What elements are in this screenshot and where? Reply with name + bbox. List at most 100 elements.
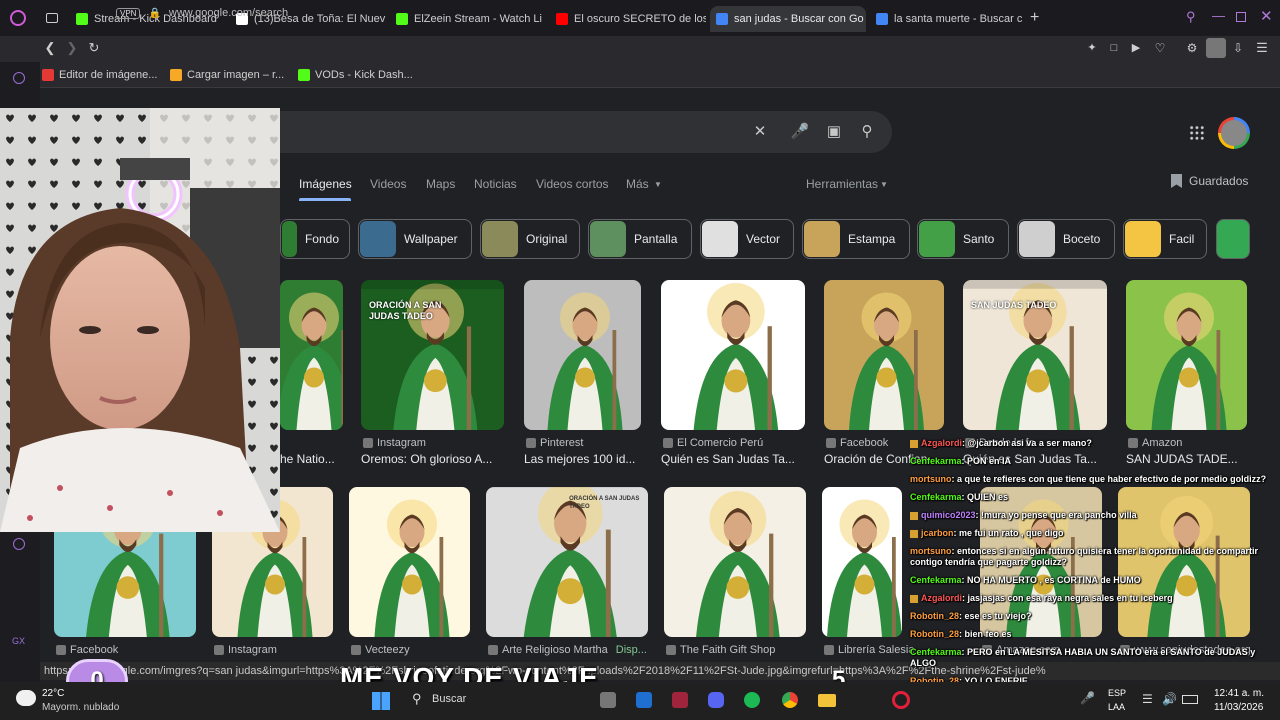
weather-desc[interactable]: Mayorm. nublado: [42, 702, 119, 713]
filter-chip[interactable]: Wallpaper: [358, 219, 472, 259]
bookmark-item[interactable]: Cargar imagen – r...: [170, 66, 284, 84]
image-result[interactable]: [1126, 280, 1247, 430]
opera-icon[interactable]: [892, 691, 910, 709]
filter-chip[interactable]: Pantalla: [588, 219, 692, 259]
taskbar-app-icon[interactable]: [600, 692, 616, 708]
image-result[interactable]: [824, 280, 944, 430]
result-source[interactable]: Vecteezy: [351, 644, 482, 656]
taskbar-search-icon[interactable]: ⚲: [412, 691, 422, 707]
heart-icon[interactable]: ♡: [1152, 38, 1168, 58]
bookmark-item[interactable]: Editor de imágene...: [42, 66, 157, 84]
result-source[interactable]: Facebook: [56, 644, 208, 656]
image-result[interactable]: [349, 487, 470, 637]
weather-temp[interactable]: 22°C: [42, 688, 64, 699]
discord-icon[interactable]: [708, 692, 724, 708]
search-tab[interactable]: Videos: [370, 177, 406, 191]
account-avatar[interactable]: [1218, 117, 1250, 149]
result-source[interactable]: Instagram: [214, 644, 345, 656]
result-source[interactable]: Instagram: [363, 437, 506, 449]
start-button[interactable]: [372, 692, 390, 710]
taskbar-app-icon[interactable]: [672, 692, 688, 708]
taskbar-search-label[interactable]: Buscar: [432, 693, 466, 705]
close-window-button[interactable]: ✕: [1260, 7, 1273, 25]
clock-date[interactable]: 11/03/2026: [1214, 702, 1263, 713]
tools-button[interactable]: Herramientas: [806, 177, 878, 191]
weather-icon[interactable]: [16, 690, 36, 706]
language-code[interactable]: ESP: [1108, 688, 1126, 698]
forward-icon[interactable]: ❯: [64, 38, 80, 58]
apps-grid-icon[interactable]: [1189, 125, 1205, 141]
search-tab[interactable]: Noticias: [474, 177, 517, 191]
minimize-button[interactable]: —: [1212, 8, 1225, 23]
menu-icon[interactable]: ☰: [1254, 38, 1270, 58]
search-tabs-icon[interactable]: ⚲: [1186, 9, 1196, 25]
image-search-icon[interactable]: ▣: [824, 122, 844, 142]
saved-button[interactable]: Guardados: [1189, 174, 1248, 188]
image-result[interactable]: [524, 280, 641, 430]
spotify-icon[interactable]: [744, 692, 760, 708]
profile-avatar[interactable]: [1206, 38, 1226, 58]
back-icon[interactable]: ❮: [42, 38, 58, 58]
snapshot-icon[interactable]: □: [1106, 38, 1122, 58]
result-caption[interactable]: Oremos: Oh glorioso A...: [361, 452, 518, 466]
result-caption[interactable]: he Natio...: [280, 452, 357, 466]
extensions-icon[interactable]: ⚙: [1184, 38, 1200, 58]
filter-chip[interactable]: Original: [480, 219, 580, 259]
voice-search-icon[interactable]: 🎤: [790, 122, 810, 142]
url-text[interactable]: www.google.com/search: [169, 7, 288, 19]
image-result[interactable]: SAN JUDAS TADEO: [963, 280, 1107, 430]
image-result[interactable]: [822, 487, 902, 637]
chip-thumbnail: [1019, 221, 1055, 257]
bookmark-item[interactable]: VODs - Kick Dash...: [298, 66, 413, 84]
image-result[interactable]: [280, 280, 343, 430]
player-icon[interactable]: ▶: [1128, 38, 1144, 58]
result-caption[interactable]: Las mejores 100 id...: [524, 452, 655, 466]
tab-list-icon[interactable]: [46, 13, 58, 23]
result-source[interactable]: Arte Religioso Martha Disp...: [488, 644, 660, 656]
taskbar-app-icon[interactable]: [636, 692, 652, 708]
download-icon[interactable]: ⇩: [1230, 38, 1246, 58]
tray-mic-icon[interactable]: 🎤: [1080, 691, 1095, 705]
browser-menu-icon[interactable]: [10, 10, 26, 26]
battery-icon[interactable]: [1182, 695, 1198, 704]
result-source[interactable]: El Comercio Perú: [663, 437, 807, 449]
image-result[interactable]: [664, 487, 806, 637]
wifi-icon[interactable]: ☰: [1142, 692, 1153, 706]
search-tab[interactable]: Maps: [426, 177, 455, 191]
reload-icon[interactable]: ↻: [86, 38, 102, 58]
image-result[interactable]: ORACIÓN A SAN JUDAS TADEO: [486, 487, 648, 637]
search-icon[interactable]: ⚲: [857, 122, 877, 142]
language-layout[interactable]: LAA: [1108, 702, 1125, 712]
clock-time[interactable]: 12:41 a. m.: [1214, 688, 1264, 699]
clear-search-icon[interactable]: ✕: [750, 122, 770, 142]
sidebar-ai-icon[interactable]: [13, 72, 25, 84]
pin-icon[interactable]: ✦: [1084, 38, 1100, 58]
search-tab[interactable]: Imágenes: [299, 177, 352, 191]
more-chevron-icon[interactable]: ▼: [654, 180, 662, 189]
folder-icon[interactable]: [818, 694, 836, 707]
maximize-button[interactable]: [1236, 12, 1246, 22]
filter-chip[interactable]: Vector: [700, 219, 794, 259]
filter-chip[interactable]: Fondo: [280, 219, 350, 259]
volume-icon[interactable]: 🔊: [1162, 692, 1177, 706]
sidebar-gx-icon[interactable]: GX: [12, 636, 25, 646]
chips-next-icon[interactable]: [1216, 219, 1250, 259]
image-result[interactable]: ORACIÓN A SAN JUDAS TADEO: [361, 280, 504, 430]
filter-chip[interactable]: Santo: [917, 219, 1009, 259]
lock-icon[interactable]: 🔒: [148, 8, 160, 19]
filter-chip[interactable]: Estampa: [802, 219, 910, 259]
result-caption[interactable]: Quién es San Judas Ta...: [661, 452, 819, 466]
search-tab[interactable]: Videos cortos: [536, 177, 609, 191]
result-source[interactable]: Pinterest: [526, 437, 643, 449]
image-result[interactable]: [661, 280, 805, 430]
chrome-icon[interactable]: [782, 692, 798, 708]
result-source[interactable]: The Faith Gift Shop: [666, 644, 818, 656]
address-bar[interactable]: VPN 🔒 www.google.com/search: [116, 2, 1076, 24]
sidebar-settings-icon[interactable]: [13, 538, 25, 550]
tools-chevron-icon[interactable]: ▼: [880, 180, 888, 189]
filter-chip[interactable]: Facil: [1123, 219, 1207, 259]
search-tab[interactable]: Más: [626, 177, 649, 191]
filter-chip[interactable]: Boceto: [1017, 219, 1115, 259]
result-source[interactable]: Librería Salesiana · Ago: [824, 644, 914, 656]
vpn-badge[interactable]: VPN: [116, 7, 141, 19]
